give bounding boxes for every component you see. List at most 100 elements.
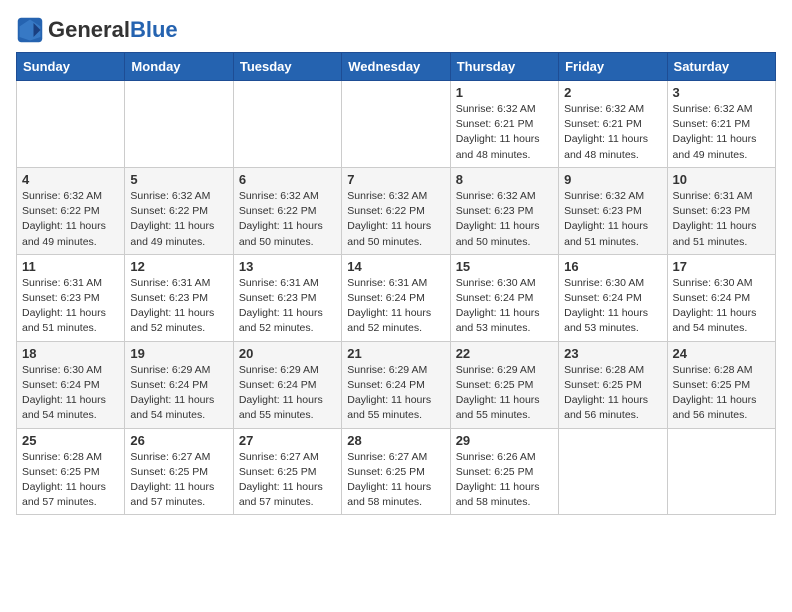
- calendar-cell: 24 Sunrise: 6:28 AM Sunset: 6:25 PM Dayli…: [667, 341, 775, 428]
- calendar-cell: [125, 81, 233, 168]
- calendar-cell: 7 Sunrise: 6:32 AM Sunset: 6:22 PM Daylig…: [342, 167, 450, 254]
- calendar-cell: 23 Sunrise: 6:28 AM Sunset: 6:25 PM Dayli…: [559, 341, 667, 428]
- day-info: Sunrise: 6:30 AM Sunset: 6:24 PM Dayligh…: [673, 276, 770, 337]
- day-info: Sunrise: 6:26 AM Sunset: 6:25 PM Dayligh…: [456, 450, 553, 511]
- calendar-cell: [559, 428, 667, 515]
- day-number: 16: [564, 259, 661, 274]
- day-number: 15: [456, 259, 553, 274]
- day-info: Sunrise: 6:32 AM Sunset: 6:22 PM Dayligh…: [22, 189, 119, 250]
- day-number: 13: [239, 259, 336, 274]
- logo-text: GeneralBlue: [48, 17, 178, 42]
- calendar-cell: 25 Sunrise: 6:28 AM Sunset: 6:25 PM Dayli…: [17, 428, 125, 515]
- calendar-cell: [667, 428, 775, 515]
- day-number: 7: [347, 172, 444, 187]
- day-info: Sunrise: 6:31 AM Sunset: 6:23 PM Dayligh…: [239, 276, 336, 337]
- calendar-cell: 8Sunrise: 6:32 AM Sunset: 6:23 PM Daylig…: [450, 167, 558, 254]
- day-number: 19: [130, 346, 227, 361]
- calendar-week-row: 18 Sunrise: 6:30 AM Sunset: 6:24 PM Dayli…: [17, 341, 776, 428]
- logo-icon: [16, 16, 44, 44]
- calendar-cell: 21 Sunrise: 6:29 AM Sunset: 6:24 PM Dayli…: [342, 341, 450, 428]
- day-info: Sunrise: 6:29 AM Sunset: 6:24 PM Dayligh…: [347, 363, 444, 424]
- day-info: Sunrise: 6:32 AM Sunset: 6:22 PM Dayligh…: [347, 189, 444, 250]
- logo: GeneralBlue: [16, 16, 178, 44]
- column-header-tuesday: Tuesday: [233, 53, 341, 81]
- calendar-cell: 5 Sunrise: 6:32 AM Sunset: 6:22 PM Daylig…: [125, 167, 233, 254]
- calendar-cell: [342, 81, 450, 168]
- day-number: 27: [239, 433, 336, 448]
- calendar-cell: 10 Sunrise: 6:31 AM Sunset: 6:23 PM Dayli…: [667, 167, 775, 254]
- day-number: 2: [564, 85, 661, 100]
- day-info: Sunrise: 6:27 AM Sunset: 6:25 PM Dayligh…: [239, 450, 336, 511]
- day-info: Sunrise: 6:30 AM Sunset: 6:24 PM Dayligh…: [564, 276, 661, 337]
- day-info: Sunrise: 6:31 AM Sunset: 6:24 PM Dayligh…: [347, 276, 444, 337]
- calendar-cell: 19 Sunrise: 6:29 AM Sunset: 6:24 PM Dayli…: [125, 341, 233, 428]
- calendar-cell: 16 Sunrise: 6:30 AM Sunset: 6:24 PM Dayli…: [559, 254, 667, 341]
- calendar-week-row: 4 Sunrise: 6:32 AM Sunset: 6:22 PM Daylig…: [17, 167, 776, 254]
- day-info: Sunrise: 6:32 AM Sunset: 6:21 PM Dayligh…: [673, 102, 770, 163]
- day-info: Sunrise: 6:29 AM Sunset: 6:24 PM Dayligh…: [130, 363, 227, 424]
- column-header-friday: Friday: [559, 53, 667, 81]
- calendar-cell: 3 Sunrise: 6:32 AM Sunset: 6:21 PM Daylig…: [667, 81, 775, 168]
- page-header: GeneralBlue: [16, 16, 776, 44]
- calendar-cell: 6 Sunrise: 6:32 AM Sunset: 6:22 PM Daylig…: [233, 167, 341, 254]
- calendar-cell: [17, 81, 125, 168]
- day-number: 12: [130, 259, 227, 274]
- calendar-cell: 15 Sunrise: 6:30 AM Sunset: 6:24 PM Dayli…: [450, 254, 558, 341]
- day-number: 11: [22, 259, 119, 274]
- column-header-wednesday: Wednesday: [342, 53, 450, 81]
- calendar-cell: 1 Sunrise: 6:32 AM Sunset: 6:21 PM Daylig…: [450, 81, 558, 168]
- day-info: Sunrise: 6:28 AM Sunset: 6:25 PM Dayligh…: [22, 450, 119, 511]
- day-number: 24: [673, 346, 770, 361]
- calendar-cell: 27 Sunrise: 6:27 AM Sunset: 6:25 PM Dayli…: [233, 428, 341, 515]
- day-number: 25: [22, 433, 119, 448]
- day-info: Sunrise: 6:28 AM Sunset: 6:25 PM Dayligh…: [564, 363, 661, 424]
- calendar-cell: 13 Sunrise: 6:31 AM Sunset: 6:23 PM Dayli…: [233, 254, 341, 341]
- calendar-cell: 18 Sunrise: 6:30 AM Sunset: 6:24 PM Dayli…: [17, 341, 125, 428]
- day-info: Sunrise: 6:32 AM Sunset: 6:22 PM Dayligh…: [130, 189, 227, 250]
- column-header-thursday: Thursday: [450, 53, 558, 81]
- calendar-cell: 14 Sunrise: 6:31 AM Sunset: 6:24 PM Dayli…: [342, 254, 450, 341]
- day-number: 29: [456, 433, 553, 448]
- calendar-header-row: SundayMondayTuesdayWednesdayThursdayFrid…: [17, 53, 776, 81]
- calendar-cell: 17 Sunrise: 6:30 AM Sunset: 6:24 PM Dayli…: [667, 254, 775, 341]
- calendar-cell: 2 Sunrise: 6:32 AM Sunset: 6:21 PM Daylig…: [559, 81, 667, 168]
- day-info: Sunrise: 6:32 AM Sunset: 6:23 PM Dayligh…: [456, 189, 553, 250]
- calendar: SundayMondayTuesdayWednesdayThursdayFrid…: [16, 52, 776, 515]
- day-number: 10: [673, 172, 770, 187]
- day-info: Sunrise: 6:32 AM Sunset: 6:21 PM Dayligh…: [456, 102, 553, 163]
- day-info: Sunrise: 6:29 AM Sunset: 6:24 PM Dayligh…: [239, 363, 336, 424]
- day-number: 22: [456, 346, 553, 361]
- calendar-cell: 22Sunrise: 6:29 AM Sunset: 6:25 PM Dayli…: [450, 341, 558, 428]
- calendar-week-row: 1 Sunrise: 6:32 AM Sunset: 6:21 PM Daylig…: [17, 81, 776, 168]
- day-number: 23: [564, 346, 661, 361]
- day-number: 17: [673, 259, 770, 274]
- day-number: 6: [239, 172, 336, 187]
- calendar-cell: 28 Sunrise: 6:27 AM Sunset: 6:25 PM Dayli…: [342, 428, 450, 515]
- calendar-cell: 29 Sunrise: 6:26 AM Sunset: 6:25 PM Dayli…: [450, 428, 558, 515]
- calendar-cell: 26Sunrise: 6:27 AM Sunset: 6:25 PM Dayli…: [125, 428, 233, 515]
- day-info: Sunrise: 6:27 AM Sunset: 6:25 PM Dayligh…: [347, 450, 444, 511]
- calendar-cell: [233, 81, 341, 168]
- day-info: Sunrise: 6:31 AM Sunset: 6:23 PM Dayligh…: [22, 276, 119, 337]
- day-info: Sunrise: 6:30 AM Sunset: 6:24 PM Dayligh…: [456, 276, 553, 337]
- day-info: Sunrise: 6:31 AM Sunset: 6:23 PM Dayligh…: [673, 189, 770, 250]
- day-number: 21: [347, 346, 444, 361]
- day-number: 9: [564, 172, 661, 187]
- day-info: Sunrise: 6:32 AM Sunset: 6:22 PM Dayligh…: [239, 189, 336, 250]
- day-info: Sunrise: 6:32 AM Sunset: 6:23 PM Dayligh…: [564, 189, 661, 250]
- day-number: 14: [347, 259, 444, 274]
- day-number: 4: [22, 172, 119, 187]
- day-info: Sunrise: 6:28 AM Sunset: 6:25 PM Dayligh…: [673, 363, 770, 424]
- day-info: Sunrise: 6:30 AM Sunset: 6:24 PM Dayligh…: [22, 363, 119, 424]
- day-info: Sunrise: 6:32 AM Sunset: 6:21 PM Dayligh…: [564, 102, 661, 163]
- calendar-cell: 9 Sunrise: 6:32 AM Sunset: 6:23 PM Daylig…: [559, 167, 667, 254]
- calendar-cell: 4 Sunrise: 6:32 AM Sunset: 6:22 PM Daylig…: [17, 167, 125, 254]
- calendar-cell: 20Sunrise: 6:29 AM Sunset: 6:24 PM Dayli…: [233, 341, 341, 428]
- column-header-saturday: Saturday: [667, 53, 775, 81]
- day-number: 3: [673, 85, 770, 100]
- day-number: 1: [456, 85, 553, 100]
- day-number: 28: [347, 433, 444, 448]
- day-number: 5: [130, 172, 227, 187]
- day-info: Sunrise: 6:31 AM Sunset: 6:23 PM Dayligh…: [130, 276, 227, 337]
- day-number: 18: [22, 346, 119, 361]
